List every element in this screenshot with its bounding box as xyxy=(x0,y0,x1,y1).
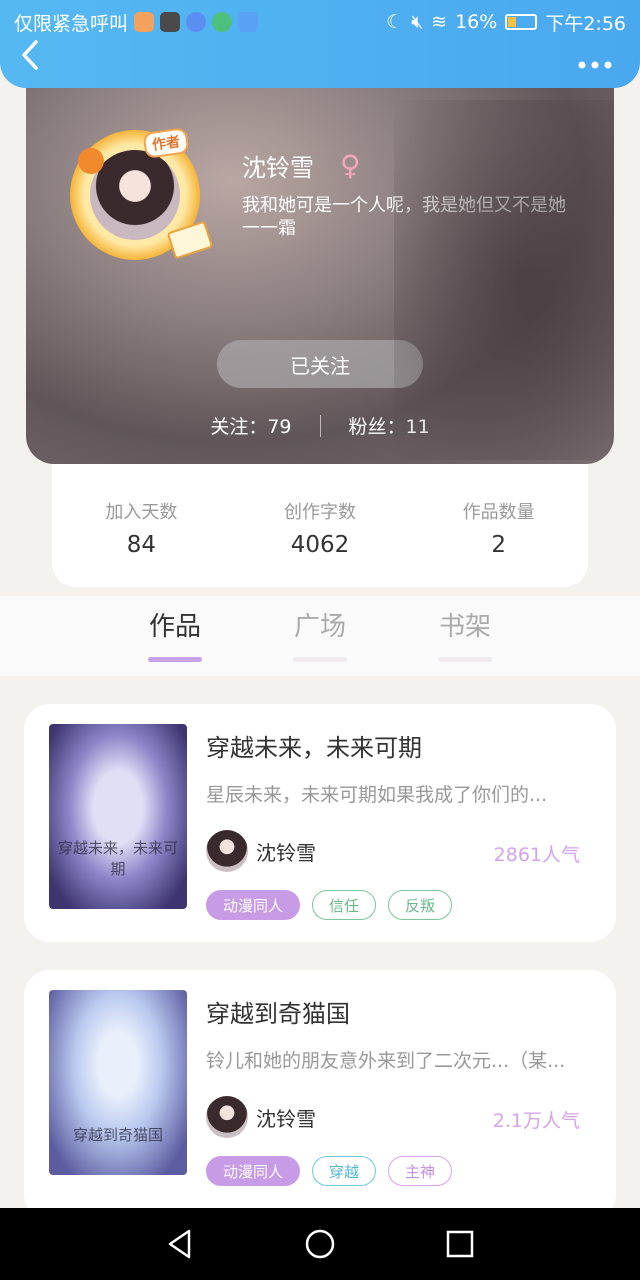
app-notification-icon xyxy=(160,12,181,32)
work-title: 穿越未来，未来可期 xyxy=(206,734,422,762)
mute-icon: 🔇︎ xyxy=(411,11,424,33)
tag[interactable]: 信任 xyxy=(312,890,377,920)
app-notification-icon xyxy=(186,12,207,32)
tab-indicator xyxy=(293,657,347,662)
tag[interactable]: 反叛 xyxy=(388,890,453,920)
system-navigation-bar xyxy=(0,1208,640,1280)
tab-indicator xyxy=(438,657,492,662)
username: 沈铃雪 xyxy=(242,154,314,182)
tab-label: 书架 xyxy=(438,612,491,642)
user-bio: 我和她可是一个人呢，我是她但又不是她 一一霜 xyxy=(242,195,602,239)
profile-banner: 作者 沈铃雪 ♀ 我和她可是一个人呢，我是她但又不是她 一一霜 已关注 关注：7… xyxy=(26,60,614,464)
work-description: 星辰未来，未来可期如果我成了你们的... xyxy=(206,784,548,806)
follow-counts: 关注：79 粉丝：11 xyxy=(26,412,614,439)
stat-value: 4062 xyxy=(290,532,350,558)
popularity: 2861人气 xyxy=(493,844,580,866)
work-card[interactable]: 穿越到奇猫国 穿越到奇猫国 铃儿和她的朋友意外来到了二次元...（某... 沈铃… xyxy=(24,970,616,1220)
avatar xyxy=(206,830,248,872)
stat-works-count: 作品数量 2 xyxy=(419,498,579,587)
carrier-text: 仅限紧急呼叫 xyxy=(14,12,129,35)
stat-value: 84 xyxy=(126,532,156,558)
author-name: 沈铃雪 xyxy=(256,1106,316,1131)
chevron-left-icon xyxy=(22,40,38,70)
battery-icon xyxy=(505,14,538,30)
work-author[interactable]: 沈铃雪 xyxy=(206,1096,316,1138)
wifi-icon: ≋ xyxy=(431,11,448,33)
tag-list: 动漫同人 穿越 主神 xyxy=(206,1156,453,1186)
back-button[interactable] xyxy=(18,38,52,72)
app-header: 仅限紧急呼叫 ☾ 🔇︎ ≋ 16% 下午2:56 xyxy=(0,0,640,88)
triangle-back-icon xyxy=(168,1229,191,1259)
nav-home-button[interactable] xyxy=(302,1226,338,1262)
nav-recents-button[interactable] xyxy=(442,1226,478,1262)
status-bar: 仅限紧急呼叫 ☾ 🔇︎ ≋ 16% 下午2:56 xyxy=(14,8,626,36)
tag[interactable]: 主神 xyxy=(388,1156,453,1186)
divider xyxy=(319,414,321,437)
tag[interactable]: 穿越 xyxy=(312,1156,377,1186)
tab-bar: 作品 广场 书架 xyxy=(0,606,640,676)
work-description: 铃儿和她的朋友意外来到了二次元...（某... xyxy=(206,1050,566,1072)
book-cover[interactable]: 穿越未来，未来可期 xyxy=(49,724,187,909)
work-author[interactable]: 沈铃雪 xyxy=(206,830,316,872)
author-avatar[interactable]: 作者 xyxy=(70,127,214,260)
tag-list: 动漫同人 信任 反叛 xyxy=(206,890,453,920)
nav-back-button[interactable] xyxy=(162,1226,198,1262)
stat-label: 创作字数 xyxy=(283,502,356,523)
female-icon: ♀ xyxy=(340,148,361,182)
app-notification-icon xyxy=(212,12,233,32)
book-cover[interactable]: 穿越到奇猫国 xyxy=(49,990,187,1175)
stat-join-days: 加入天数 84 xyxy=(61,498,221,587)
tab-works[interactable]: 作品 xyxy=(130,606,220,662)
app-notification-icon xyxy=(238,12,259,32)
author-name: 沈铃雪 xyxy=(256,840,316,865)
avatar xyxy=(206,1096,248,1138)
app-notification-icon xyxy=(134,12,155,32)
more-button[interactable] xyxy=(578,44,612,77)
stat-label: 作品数量 xyxy=(462,502,535,523)
stat-label: 加入天数 xyxy=(105,502,178,523)
tab-indicator xyxy=(148,657,202,662)
circle-home-icon xyxy=(305,1229,335,1259)
follow-button[interactable]: 已关注 xyxy=(217,340,423,388)
stat-word-count: 创作字数 4062 xyxy=(240,498,400,587)
work-title: 穿越到奇猫国 xyxy=(206,1000,350,1028)
battery-percent: 16% xyxy=(455,11,498,33)
tag[interactable]: 动漫同人 xyxy=(206,890,301,920)
decoration-bubble-icon xyxy=(78,148,104,174)
stat-value: 2 xyxy=(491,532,506,558)
tag[interactable]: 动漫同人 xyxy=(206,1156,301,1186)
more-dots-icon xyxy=(578,61,612,69)
cover-title: 穿越未来，未来可期 xyxy=(57,839,178,878)
moon-icon: ☾ xyxy=(386,11,404,33)
tab-label: 作品 xyxy=(148,612,201,642)
clock: 下午2:56 xyxy=(545,12,626,35)
tab-square[interactable]: 广场 xyxy=(275,606,365,662)
cover-title: 穿越到奇猫国 xyxy=(72,1126,163,1144)
work-card[interactable]: 穿越未来，未来可期 穿越未来，未来可期 星辰未来，未来可期如果我成了你们的...… xyxy=(24,704,616,942)
square-recents-icon xyxy=(446,1230,474,1258)
following-count[interactable]: 关注：79 xyxy=(210,412,291,439)
tab-label: 广场 xyxy=(293,612,346,642)
fans-count[interactable]: 粉丝：11 xyxy=(349,412,430,439)
popularity: 2.1万人气 xyxy=(492,1110,580,1132)
username-row: 沈铃雪 ♀ xyxy=(242,148,361,183)
tab-bookshelf[interactable]: 书架 xyxy=(420,606,510,662)
